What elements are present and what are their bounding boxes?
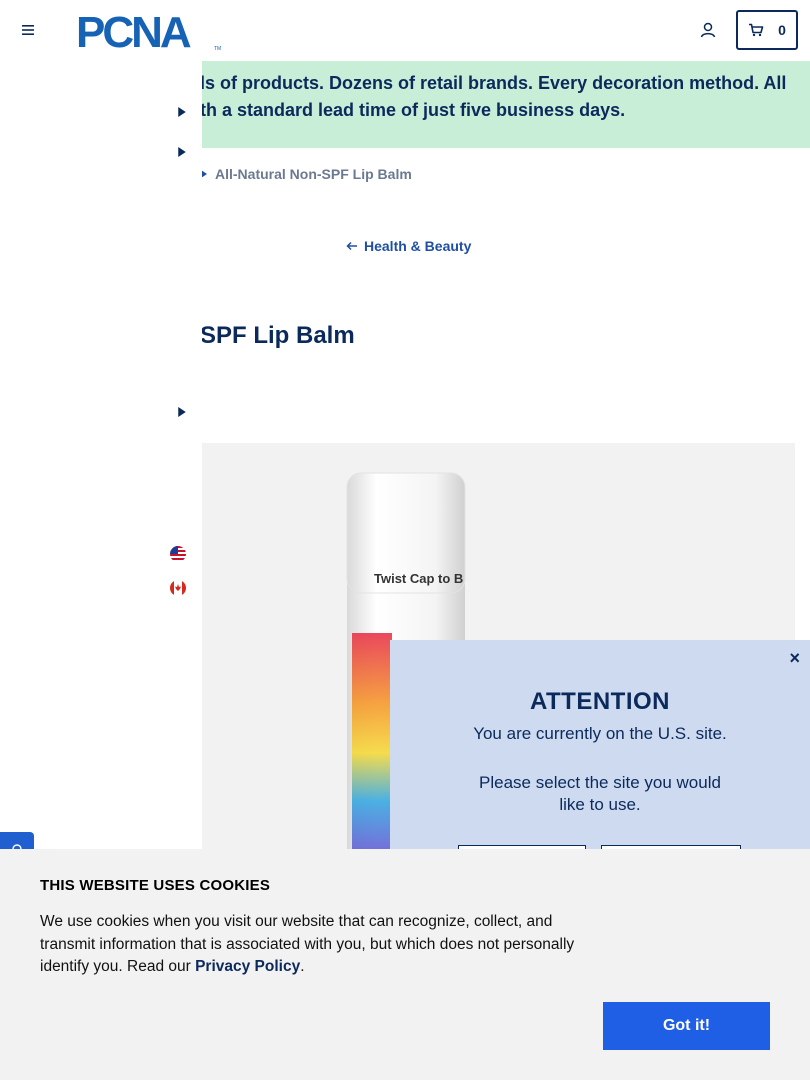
cookie-banner: THIS WEBSITE USES COOKIES We use cookies… xyxy=(0,849,810,1080)
cart-icon xyxy=(749,23,764,37)
back-to-category-link[interactable]: Health & Beauty xyxy=(346,238,471,254)
privacy-policy-link[interactable]: Privacy Policy xyxy=(195,958,300,975)
caret-right-icon[interactable] xyxy=(178,147,186,157)
canada-flag-icon[interactable] xyxy=(170,580,186,596)
caret-right-icon[interactable] xyxy=(178,407,186,417)
logo-tm: TM xyxy=(214,46,221,52)
breadcrumb: All-Natural Non-SPF Lip Balm xyxy=(201,166,412,182)
cookie-text: We use cookies when you visit our websit… xyxy=(40,911,605,979)
info-banner: ls of products. Dozens of retail brands.… xyxy=(202,61,810,148)
cookie-accept-button[interactable]: Got it! xyxy=(603,1002,770,1050)
breadcrumb-current[interactable]: All-Natural Non-SPF Lip Balm xyxy=(215,166,412,182)
us-flag-icon[interactable] xyxy=(170,546,186,562)
banner-line-1: ls of products. Dozens of retail brands.… xyxy=(202,73,787,93)
cookie-body: We use cookies when you visit our websit… xyxy=(40,913,575,975)
account-icon[interactable] xyxy=(699,21,717,39)
caret-right-icon[interactable] xyxy=(178,107,186,117)
cart-count: 0 xyxy=(778,22,786,38)
modal-instruction: Please select the site you would like to… xyxy=(479,773,721,814)
banner-line-2: th a standard lead time of just five bus… xyxy=(202,100,626,120)
site-header: PCNA TM 0 xyxy=(0,0,810,60)
arrow-left-icon xyxy=(346,241,357,251)
cart-button[interactable]: 0 xyxy=(736,10,798,50)
product-title: SPF Lip Balm xyxy=(200,322,355,349)
close-icon[interactable]: × xyxy=(789,648,800,669)
cookie-period: . xyxy=(300,958,305,975)
cap-text: Twist Cap to B xyxy=(374,571,463,586)
pcna-logo[interactable]: PCNA TM xyxy=(76,10,226,52)
back-link-label: Health & Beauty xyxy=(364,238,472,254)
modal-current-site: You are currently on the U.S. site. xyxy=(473,724,727,743)
cookie-title: THIS WEBSITE USES COOKIES xyxy=(40,877,271,894)
modal-title: ATTENTION xyxy=(529,688,671,715)
logo-text: PCNA xyxy=(76,10,191,52)
menu-icon[interactable] xyxy=(20,22,36,38)
site-select-modal: × ATTENTION You are currently on the U.S… xyxy=(390,640,810,885)
